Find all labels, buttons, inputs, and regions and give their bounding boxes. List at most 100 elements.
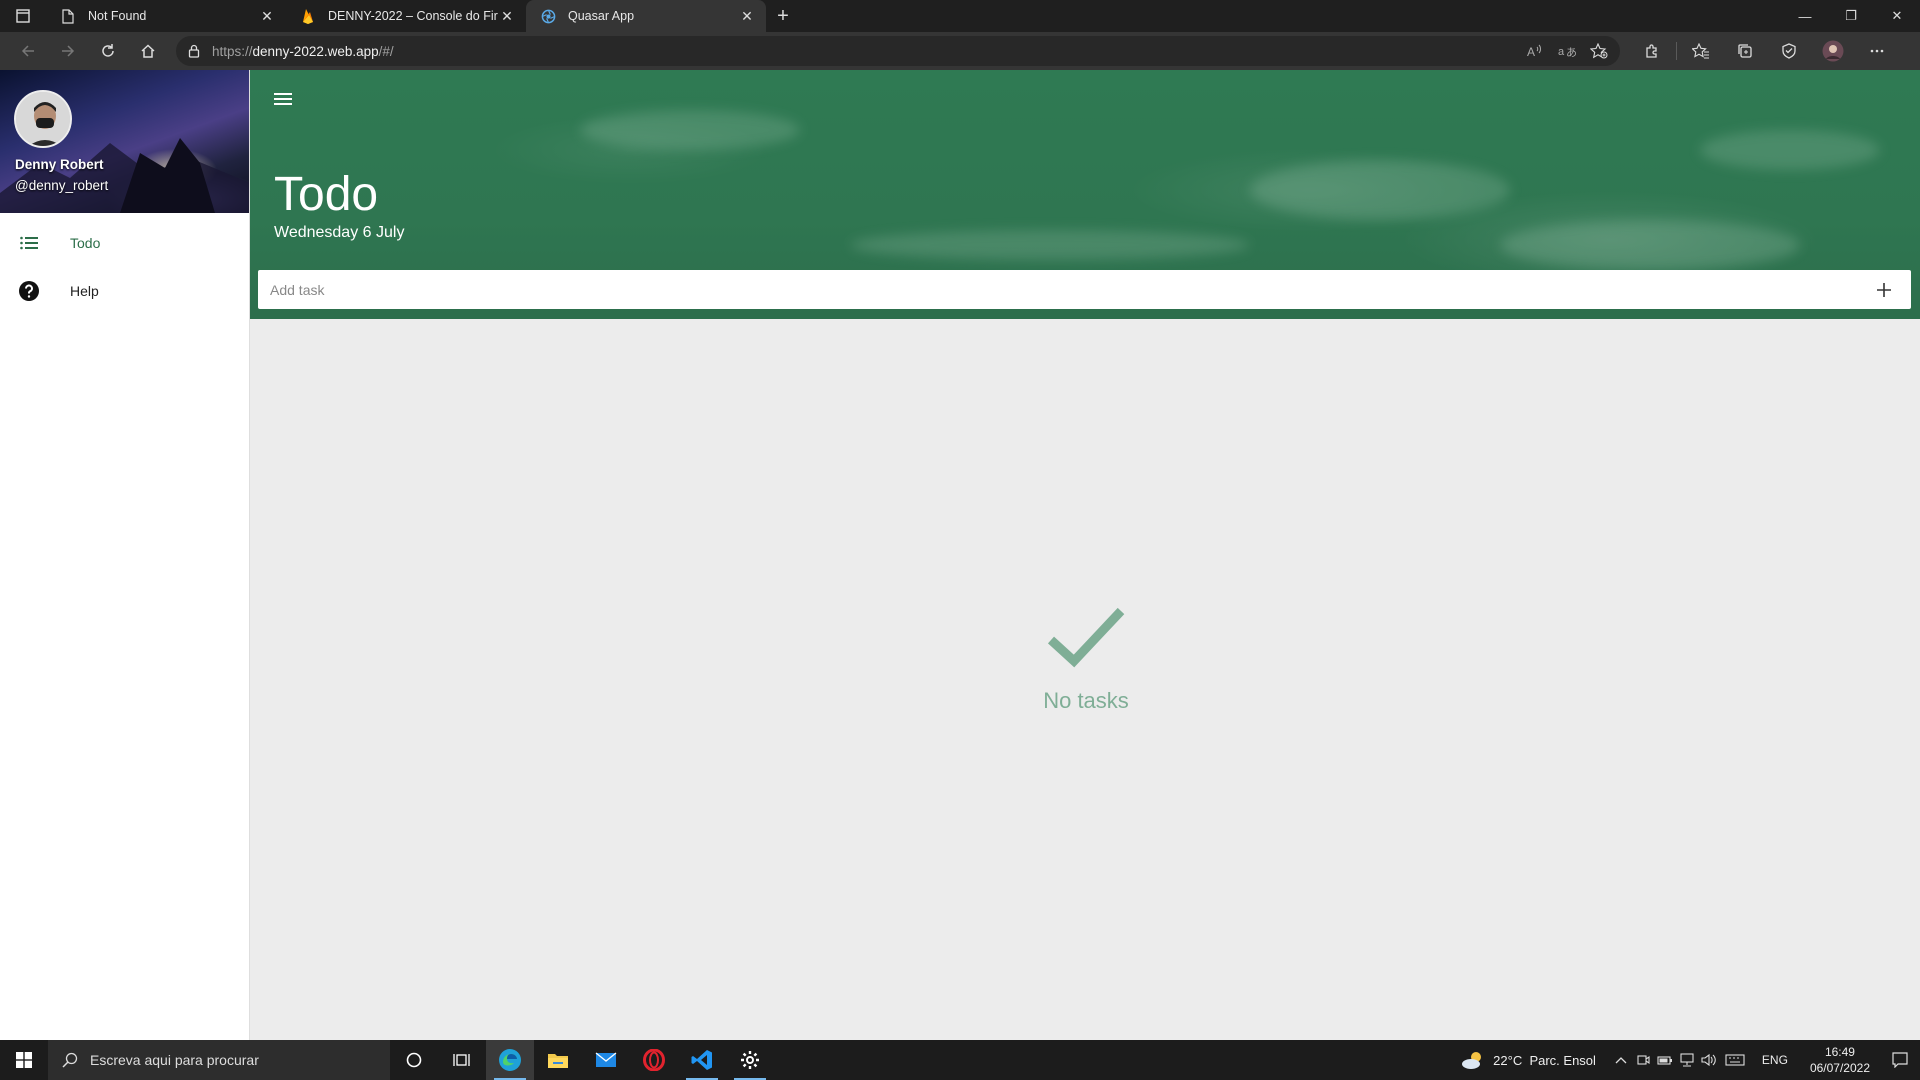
tab-title: DENNY-2022 – Console do Fireb	[328, 9, 498, 23]
close-window-icon[interactable]: ✕	[1874, 0, 1920, 32]
close-tab-icon[interactable]: ✕	[498, 8, 516, 25]
new-tab-button[interactable]: +	[766, 0, 800, 32]
svg-text:A: A	[1527, 45, 1535, 59]
close-tab-icon[interactable]: ✕	[258, 8, 276, 25]
windows-logo-icon	[16, 1052, 32, 1068]
side-drawer: Denny Robert @denny_robert Todo Help	[0, 70, 250, 1040]
favorites-button[interactable]	[1679, 36, 1723, 66]
nav-item-help[interactable]: Help	[0, 267, 249, 315]
forward-arrow-icon	[62, 45, 75, 57]
lock-icon	[188, 44, 200, 58]
empty-state	[1036, 606, 1136, 673]
firebase-icon	[300, 8, 316, 24]
chevron-up-icon[interactable]	[1610, 1056, 1632, 1064]
vscode-icon	[691, 1050, 712, 1070]
url-path: /#/	[378, 43, 394, 59]
collections-icon	[1738, 44, 1752, 58]
weather-text: 22°C Parc. Ensol	[1493, 1052, 1596, 1068]
cortana-icon	[406, 1052, 422, 1068]
opera-button[interactable]	[630, 1040, 678, 1080]
close-tab-icon[interactable]: ✕	[738, 8, 756, 25]
search-placeholder: Escreva aqui para procurar	[90, 1052, 259, 1068]
settings-button[interactable]	[726, 1040, 774, 1080]
heart-shield-icon	[1782, 43, 1796, 59]
page-title: Todo	[274, 168, 379, 221]
cloud-decoration	[1700, 130, 1880, 170]
nav-item-todo[interactable]: Todo	[0, 219, 249, 267]
minimize-icon[interactable]: —	[1782, 0, 1828, 32]
nav-item-label: Todo	[70, 235, 101, 251]
clock[interactable]: 16:49 06/07/2022	[1810, 1044, 1870, 1076]
settings-menu-button[interactable]	[1855, 36, 1899, 66]
quasar-icon	[540, 8, 556, 24]
drawer-profile-header: Denny Robert @denny_robert	[0, 70, 249, 213]
mail-icon	[595, 1052, 617, 1067]
clock-time: 16:49	[1824, 1045, 1855, 1059]
browser-essentials-button[interactable]	[1767, 36, 1811, 66]
url-host: denny-2022.web.app	[252, 43, 379, 59]
tab-actions-icon	[16, 9, 30, 23]
user-name: Denny Robert	[15, 157, 104, 172]
mail-button[interactable]	[582, 1040, 630, 1080]
network-icon[interactable]	[1676, 1053, 1698, 1067]
add-task-bar	[258, 270, 1911, 309]
forward-button[interactable]	[48, 36, 88, 66]
check-icon	[1047, 607, 1125, 668]
vscode-button[interactable]	[678, 1040, 726, 1080]
address-bar[interactable]: https://denny-2022.web.app/#/ A aあ	[176, 36, 1620, 66]
notification-center-button[interactable]	[1880, 1052, 1920, 1068]
svg-text:あ: あ	[1566, 46, 1576, 59]
cortana-button[interactable]	[390, 1040, 438, 1080]
restore-icon[interactable]: ❐	[1828, 0, 1874, 32]
meet-now-icon[interactable]	[1632, 1053, 1654, 1067]
refresh-icon	[102, 44, 114, 57]
favorite-add-icon[interactable]	[1590, 43, 1608, 59]
profile-button[interactable]	[1811, 36, 1855, 66]
menu-button[interactable]	[268, 84, 298, 114]
page-header: Todo Wednesday 6 July	[250, 70, 1920, 319]
document-icon	[60, 8, 76, 24]
folder-icon	[548, 1054, 568, 1068]
system-tray: 22°C Parc. Ensol ENG 16:49 06/07/2022	[1461, 1040, 1920, 1080]
read-aloud-icon[interactable]: A	[1526, 43, 1544, 59]
browser-tab-not-found[interactable]: Not Found ✕	[46, 0, 286, 32]
opera-icon	[643, 1049, 665, 1071]
translate-icon[interactable]: aあ	[1558, 43, 1576, 59]
refresh-button[interactable]	[88, 36, 128, 66]
add-task-input[interactable]	[270, 281, 1869, 298]
task-view-button[interactable]	[438, 1040, 486, 1080]
add-task-button[interactable]	[1869, 275, 1899, 305]
browser-tab-firebase[interactable]: DENNY-2022 – Console do Fireb ✕	[286, 0, 526, 32]
collections-button[interactable]	[1723, 36, 1767, 66]
battery-icon[interactable]	[1654, 1054, 1676, 1066]
nav-item-label: Help	[70, 283, 99, 299]
browser-toolbar: https://denny-2022.web.app/#/ A aあ	[0, 32, 1920, 70]
window-controls: — ❐ ✕	[1782, 0, 1920, 32]
edge-taskbar-button[interactable]	[486, 1040, 534, 1080]
home-button[interactable]	[128, 36, 168, 66]
start-button[interactable]	[0, 1040, 48, 1080]
empty-state-text: No tasks	[1043, 688, 1129, 713]
file-explorer-button[interactable]	[534, 1040, 582, 1080]
volume-icon[interactable]	[1698, 1053, 1720, 1067]
cloud-decoration	[580, 110, 800, 150]
extensions-button[interactable]	[1630, 36, 1674, 66]
back-button[interactable]	[8, 36, 48, 66]
favorites-icon	[1692, 43, 1709, 59]
edge-icon	[499, 1049, 521, 1071]
more-icon	[1870, 49, 1884, 53]
profile-avatar-icon	[1822, 40, 1844, 62]
cloud-decoration	[1500, 220, 1800, 270]
svg-text:a: a	[1558, 46, 1565, 58]
cloud-decoration	[850, 230, 1250, 260]
weather-widget[interactable]: 22°C Parc. Ensol	[1461, 1050, 1596, 1070]
tab-actions-button[interactable]	[0, 0, 46, 32]
user-handle: @denny_robert	[15, 178, 109, 193]
browser-tab-quasar[interactable]: Quasar App ✕	[526, 0, 766, 32]
task-view-icon	[453, 1054, 470, 1066]
taskbar-search[interactable]: Escreva aqui para procurar	[48, 1040, 390, 1080]
page-date: Wednesday 6 July	[274, 224, 405, 241]
keyboard-icon[interactable]	[1720, 1054, 1750, 1066]
language-indicator[interactable]: ENG	[1762, 1053, 1788, 1067]
puzzle-icon	[1646, 44, 1657, 58]
